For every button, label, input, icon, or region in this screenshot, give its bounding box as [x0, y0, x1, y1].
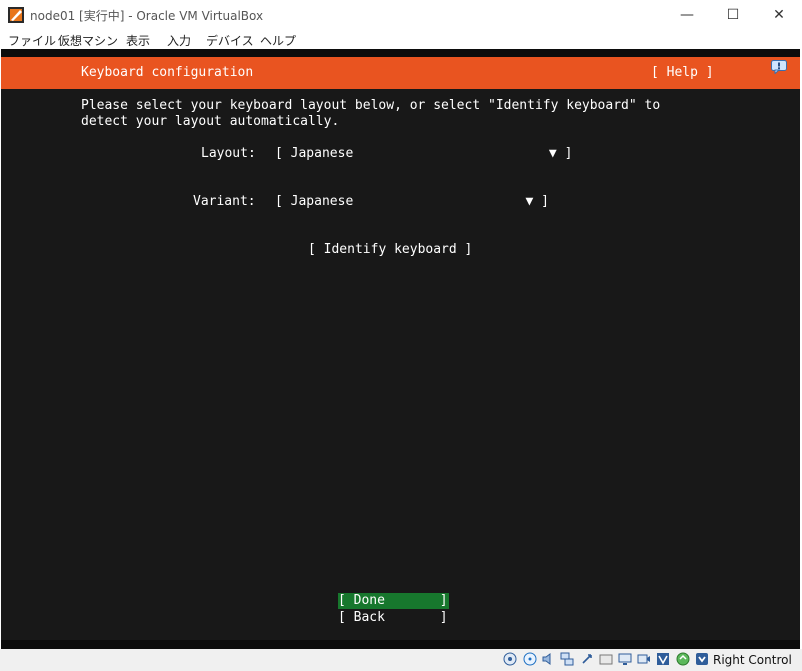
vm-bottom-strip: [1, 640, 800, 649]
menu-bar: ファイル 仮想マシン 表示 入力 デバイス ヘルプ: [0, 30, 802, 49]
layout-dropdown[interactable]: [ Japanese ▼ ]: [275, 146, 572, 161]
host-key-label: Right Control: [713, 653, 792, 667]
variant-label: Variant:: [193, 194, 256, 209]
host-key-icon[interactable]: [695, 652, 709, 666]
virtualbox-app-icon: [8, 7, 24, 23]
done-button[interactable]: [ Done ]: [338, 593, 449, 609]
hdd-icon[interactable]: [503, 652, 517, 666]
close-button[interactable]: ✕: [756, 0, 802, 30]
usb-icon[interactable]: [580, 652, 594, 666]
layout-label: Layout:: [201, 146, 256, 161]
menu-view[interactable]: 表示: [126, 32, 150, 49]
optical-disc-icon[interactable]: [523, 652, 537, 666]
intro-text-line-2: detect your layout automatically.: [81, 114, 340, 129]
shared-folders-icon[interactable]: [599, 652, 613, 666]
message-icon: [771, 60, 787, 74]
maximize-button[interactable]: ☐: [710, 0, 756, 30]
intro-text-line-1: Please select your keyboard layout below…: [81, 98, 661, 113]
help-button[interactable]: [ Help ]: [651, 65, 714, 80]
audio-icon[interactable]: [541, 652, 555, 666]
back-button[interactable]: [ Back ]: [338, 610, 449, 625]
installer-title: Keyboard configuration: [81, 65, 254, 80]
menu-input[interactable]: 入力: [167, 32, 191, 49]
menu-devices[interactable]: デバイス: [206, 32, 254, 49]
vm-top-strip: [1, 49, 800, 57]
video-capture-icon[interactable]: [637, 652, 651, 666]
window-titlebar: node01 [実行中] - Oracle VM VirtualBox — ☐ …: [0, 0, 802, 30]
menu-file[interactable]: ファイル: [8, 32, 56, 49]
virtualization-icon[interactable]: [656, 652, 670, 666]
window-title: node01 [実行中] - Oracle VM VirtualBox: [30, 9, 264, 23]
mouse-integration-icon[interactable]: [676, 652, 690, 666]
vm-screen[interactable]: Keyboard configuration [ Help ] Please s…: [1, 49, 800, 649]
status-bar: Right Control: [0, 649, 802, 671]
display-icon[interactable]: [618, 652, 632, 666]
menu-machine[interactable]: 仮想マシン: [58, 32, 118, 49]
menu-help[interactable]: ヘルプ: [260, 32, 296, 49]
minimize-button[interactable]: —: [664, 0, 710, 30]
identify-keyboard-button[interactable]: [ Identify keyboard ]: [308, 242, 472, 257]
variant-dropdown[interactable]: [ Japanese ▼ ]: [275, 194, 549, 209]
network-icon[interactable]: [560, 652, 574, 666]
